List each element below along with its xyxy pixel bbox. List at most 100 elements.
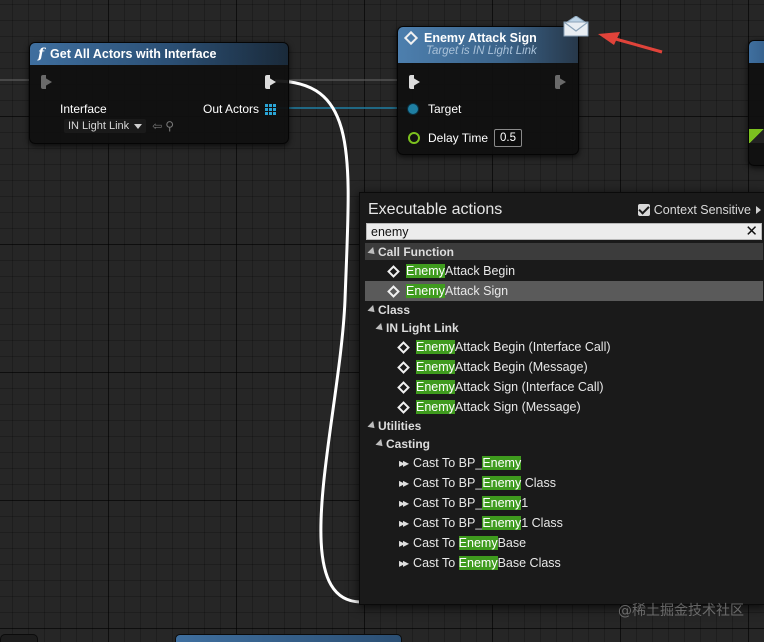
search-match: Enemy xyxy=(458,556,498,570)
exec-in-pin[interactable] xyxy=(41,75,52,89)
interface-combo[interactable]: IN Light Link xyxy=(64,119,147,133)
collapse-arrow-icon[interactable] xyxy=(367,420,378,431)
menu-item-label: Base Class xyxy=(497,556,561,570)
menu-item-class-2[interactable]: Enemy Attack Sign (Interface Call) xyxy=(365,377,763,397)
chevron-down-icon xyxy=(134,123,143,129)
watermark: @稀土掘金技术社区 xyxy=(618,603,744,619)
exec-out-pin[interactable] xyxy=(555,75,566,89)
out-actors-label: Out Actors xyxy=(203,102,260,116)
partial-node-right[interactable] xyxy=(748,40,764,166)
exec-out-pin[interactable] xyxy=(265,75,276,89)
action-search-input[interactable]: enemy ✕ xyxy=(366,223,762,240)
search-match: Enemy xyxy=(482,516,522,530)
menu-item-label: Attack Sign (Message) xyxy=(454,400,581,414)
category-label: Utilities xyxy=(378,418,422,433)
partial-node-bottom-center xyxy=(175,634,402,642)
get-all-actors-title: Get All Actors with Interface xyxy=(50,47,217,61)
menu-item-call-attack-sign[interactable]: Enemy Attack Sign xyxy=(365,281,763,301)
category-class[interactable]: Class xyxy=(365,301,763,318)
interface-pin-label: Interface xyxy=(60,102,107,116)
menu-item-label: Base xyxy=(497,536,527,550)
menu-item-call-attack-begin[interactable]: Enemy Attack Begin xyxy=(365,261,763,281)
menu-item-cast-4[interactable]: ▸▸ Cast To Enemy Base xyxy=(365,533,763,553)
menu-item-class-0[interactable]: Enemy Attack Begin (Interface Call) xyxy=(365,337,763,357)
category-label: Call Function xyxy=(378,244,454,259)
partial-node-header xyxy=(749,41,764,63)
delay-time-pin[interactable] xyxy=(408,132,420,144)
menu-item-class-1[interactable]: Enemy Attack Begin (Message) xyxy=(365,357,763,377)
search-icon[interactable]: ⚲ xyxy=(165,119,174,133)
delay-time-input[interactable]: 0.5 xyxy=(494,129,523,147)
clear-search-icon[interactable]: ✕ xyxy=(745,223,758,240)
menu-item-label: Attack Begin xyxy=(444,264,516,278)
interface-message-icon xyxy=(397,360,410,374)
arrow-left-icon[interactable]: ⇦ xyxy=(152,119,162,133)
enemy-attack-sign-node[interactable]: Enemy Attack Sign Target is IN Light Lin… xyxy=(397,26,579,155)
menu-item-prefix: Cast To BP_ xyxy=(413,516,483,530)
search-match: Enemy xyxy=(482,456,522,470)
category-casting[interactable]: Casting xyxy=(365,435,763,452)
context-sensitive-toggle[interactable]: Context Sensitive xyxy=(637,203,761,217)
menu-item-cast-0[interactable]: ▸▸ Cast To BP_ Enemy xyxy=(365,453,763,473)
function-icon: f xyxy=(38,46,45,62)
interface-message-icon xyxy=(403,30,419,46)
category-label: Class xyxy=(378,302,411,317)
menu-item-prefix: Cast To xyxy=(413,536,459,550)
menu-item-class-3[interactable]: Enemy Attack Sign (Message) xyxy=(365,397,763,417)
delay-time-label: Delay Time xyxy=(428,131,489,145)
interface-message-icon xyxy=(397,380,410,394)
search-match: Enemy xyxy=(416,380,455,394)
search-match: Enemy xyxy=(406,264,445,278)
menu-item-cast-3[interactable]: ▸▸ Cast To BP_ Enemy 1 Class xyxy=(365,513,763,533)
target-pin[interactable] xyxy=(408,104,418,114)
collapse-arrow-icon[interactable] xyxy=(375,322,386,333)
enemy-attack-sign-header[interactable]: Enemy Attack Sign Target is IN Light Lin… xyxy=(398,27,578,63)
search-match: Enemy xyxy=(416,340,455,354)
menu-item-cast-2[interactable]: ▸▸ Cast To BP_ Enemy 1 xyxy=(365,493,763,513)
search-match: Enemy xyxy=(482,476,522,490)
search-match: Enemy xyxy=(482,496,522,510)
interface-message-icon xyxy=(397,340,410,354)
menu-title: Executable actions xyxy=(368,201,503,218)
get-all-actors-node[interactable]: f Get All Actors with Interface Interfac… xyxy=(29,42,289,144)
collapse-arrow-icon[interactable] xyxy=(367,304,378,315)
search-match: Enemy xyxy=(416,360,455,374)
get-all-actors-header[interactable]: f Get All Actors with Interface xyxy=(30,43,288,65)
annotation-arrow-top xyxy=(598,32,663,54)
action-search-value: enemy xyxy=(371,225,409,239)
menu-item-label: Attack Sign xyxy=(444,284,509,298)
category-in-light-link[interactable]: IN Light Link xyxy=(365,319,763,336)
enemy-attack-sign-title: Enemy Attack Sign xyxy=(424,31,537,45)
message-envelope-icon xyxy=(563,15,589,37)
interface-message-icon xyxy=(387,284,400,298)
interface-message-icon xyxy=(397,400,410,414)
menu-item-label: Attack Sign (Interface Call) xyxy=(454,380,604,394)
search-match: Enemy xyxy=(416,400,455,414)
enemy-attack-sign-subtitle: Target is IN Light Link xyxy=(426,45,537,57)
checkbox-checked-icon[interactable] xyxy=(637,204,650,216)
menu-item-label: Class xyxy=(521,476,556,490)
menu-item-prefix: Cast To BP_ xyxy=(413,456,483,470)
collapse-arrow-icon[interactable] xyxy=(367,246,378,257)
out-actors-array-pin[interactable] xyxy=(265,103,277,115)
category-label: Casting xyxy=(386,436,431,451)
exec-wire xyxy=(274,79,361,604)
exec-in-pin[interactable] xyxy=(409,75,420,89)
cast-arrow-icon: ▸▸ xyxy=(399,536,409,550)
blueprint-graph-canvas[interactable]: f Get All Actors with Interface Interfac… xyxy=(0,0,764,642)
chevron-right-icon[interactable] xyxy=(756,206,761,214)
search-match: Enemy xyxy=(406,284,445,298)
menu-item-cast-1[interactable]: ▸▸ Cast To BP_ Enemy Class xyxy=(365,473,763,493)
executable-actions-menu[interactable]: Executable actions Context Sensitive ene… xyxy=(359,192,764,605)
collapse-arrow-icon[interactable] xyxy=(375,438,386,449)
target-pin-label: Target xyxy=(428,102,462,116)
context-sensitive-label: Context Sensitive xyxy=(653,203,751,217)
category-call-function[interactable]: Call Function xyxy=(365,243,763,260)
cast-arrow-icon: ▸▸ xyxy=(399,516,409,530)
interface-combo-value: IN Light Link xyxy=(68,120,130,132)
menu-item-cast-5[interactable]: ▸▸ Cast To Enemy Base Class xyxy=(365,553,763,573)
cast-arrow-icon: ▸▸ xyxy=(399,496,409,510)
partial-node-bottom-left xyxy=(0,634,38,642)
cast-arrow-icon: ▸▸ xyxy=(399,476,409,490)
category-utilities[interactable]: Utilities xyxy=(365,417,763,434)
